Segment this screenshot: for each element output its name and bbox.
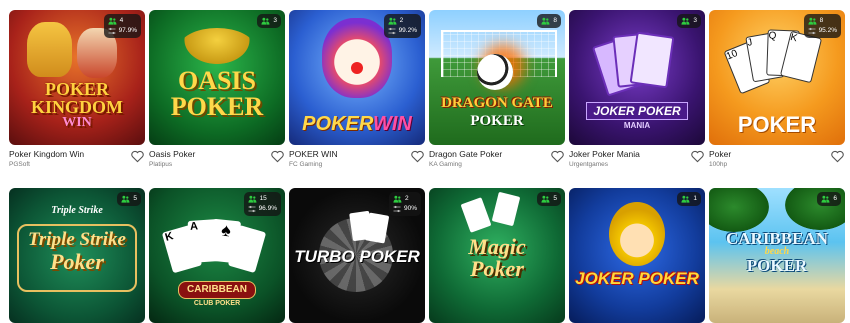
people-icon: [248, 195, 257, 203]
game-provider: Urgentgames: [569, 161, 609, 168]
game-logo: TURBO POKER: [294, 247, 420, 266]
king-character: [27, 22, 72, 77]
game-title[interactable]: Dragon Gate Poker: [429, 149, 547, 160]
game-thumbnail[interactable]: POKERWIN 2 99.2%: [289, 10, 425, 145]
game-card[interactable]: Magic Poker 5: [429, 188, 565, 323]
game-card[interactable]: Triple Strike Triple Strike Poker 5: [9, 188, 145, 323]
games-grid: POKER KINGDOM WIN 4 97.9% Poker Kingdom …: [9, 10, 845, 323]
game-card[interactable]: 10 J Q K POKER 8 95.2% Poker 100hp: [709, 10, 845, 180]
game-stats: 2 99.2%: [383, 14, 421, 38]
joker-character: [609, 202, 665, 266]
game-card[interactable]: OASIS POKER 3 Oasis Poker Platipus: [149, 10, 285, 180]
people-icon: [541, 17, 550, 25]
game-stats: 8: [537, 14, 561, 28]
game-card[interactable]: JOKER POKER MANIA 3 Joker Poker Mania Ur…: [569, 10, 705, 180]
game-stats: 3: [677, 14, 701, 28]
game-thumbnail[interactable]: 10 J Q K POKER 8 95.2%: [709, 10, 845, 145]
game-logo: Magic Poker: [468, 234, 526, 281]
heart-icon[interactable]: [411, 150, 424, 163]
game-logo: OASIS POKER: [170, 66, 264, 121]
sliders-icon: [808, 27, 816, 35]
heart-icon[interactable]: [271, 150, 284, 163]
game-title[interactable]: Joker Poker Mania: [569, 149, 687, 160]
game-logo: POKER: [737, 112, 817, 137]
game-thumbnail[interactable]: Triple Strike Triple Strike Poker 5: [9, 188, 145, 323]
clown-nose: [351, 62, 363, 74]
game-provider: PGSoft: [9, 161, 30, 168]
game-card[interactable]: TURBO POKER 2 90%: [289, 188, 425, 323]
game-stats: 6: [817, 192, 841, 206]
people-icon: [681, 195, 690, 203]
people-icon: [108, 17, 117, 25]
sliders-icon: [248, 205, 256, 213]
game-logo: CARIBBEAN beach POKER: [725, 229, 829, 275]
game-thumbnail[interactable]: TURBO POKER 2 90%: [289, 188, 425, 323]
playing-cards: [591, 31, 677, 97]
sliders-icon: [108, 27, 116, 35]
game-thumbnail[interactable]: DRAGON GATE POKER 8: [429, 10, 565, 145]
logo-frame: [17, 224, 137, 292]
sliders-icon: [388, 27, 396, 35]
sliders-icon: [393, 205, 401, 213]
game-title[interactable]: Poker Kingdom Win: [9, 149, 127, 160]
game-logo: POKERWIN: [302, 113, 412, 135]
playing-cards: 10 J Q K: [723, 28, 823, 100]
game-logo: DRAGON GATE POKER: [441, 95, 553, 129]
game-thumbnail[interactable]: POKER KINGDOM WIN 4 97.9%: [9, 10, 145, 145]
game-stats: 15 96.9%: [243, 192, 281, 216]
people-icon: [388, 17, 397, 25]
game-stats: 5: [537, 192, 561, 206]
heart-icon[interactable]: [131, 150, 144, 163]
people-icon: [808, 17, 817, 25]
game-provider: 100hp: [709, 161, 728, 168]
people-icon: [393, 195, 402, 203]
game-logo: CARIBBEAN CLUB POKER: [149, 280, 285, 307]
game-card[interactable]: POKERWIN 2 99.2% POKER WIN FC Gaming: [289, 10, 425, 180]
game-provider: FC Gaming: [289, 161, 323, 168]
game-title[interactable]: Oasis Poker: [149, 149, 267, 160]
game-stats: 4 97.9%: [103, 14, 141, 38]
heart-icon[interactable]: [831, 150, 844, 163]
game-stats: 1: [677, 192, 701, 206]
game-stats: 3: [257, 14, 281, 28]
game-title[interactable]: POKER WIN: [289, 149, 407, 160]
game-logo: POKER KINGDOM WIN: [31, 79, 123, 130]
game-title[interactable]: Poker: [709, 149, 827, 160]
game-thumbnail[interactable]: K A ♠ CARIBBEAN CLUB POKER 15 96.9%: [149, 188, 285, 323]
game-provider: Platipus: [149, 161, 173, 168]
playing-cards: K A ♠: [161, 216, 267, 278]
game-provider: KA Gaming: [429, 161, 462, 168]
people-icon: [121, 195, 130, 203]
game-thumbnail[interactable]: JOKER POKER MANIA 3: [569, 10, 705, 145]
palm-leaves: [709, 188, 769, 232]
game-card[interactable]: POKER KINGDOM WIN 4 97.9% Poker Kingdom …: [9, 10, 145, 180]
people-icon: [261, 17, 270, 25]
game-thumbnail[interactable]: OASIS POKER 3: [149, 10, 285, 145]
game-stats: 8 95.2%: [803, 14, 841, 38]
game-card[interactable]: K A ♠ CARIBBEAN CLUB POKER 15 96.9%: [149, 188, 285, 323]
heart-icon[interactable]: [691, 150, 704, 163]
game-thumbnail[interactable]: CARIBBEAN beach POKER 6: [709, 188, 845, 323]
game-logo: JOKER POKER: [575, 269, 699, 288]
soccer-ball: [477, 54, 513, 90]
people-icon: [821, 195, 830, 203]
game-thumbnail[interactable]: JOKER POKER 1: [569, 188, 705, 323]
clown-character: [322, 18, 392, 98]
playing-cards: [349, 210, 395, 244]
people-icon: [681, 17, 690, 25]
people-icon: [541, 195, 550, 203]
heart-icon[interactable]: [551, 150, 564, 163]
game-card[interactable]: DRAGON GATE POKER 8 Dragon Gate Poker KA…: [429, 10, 565, 180]
playing-cards: [460, 191, 525, 234]
game-card[interactable]: CARIBBEAN beach POKER 6: [709, 188, 845, 323]
game-stats: 5: [117, 192, 141, 206]
game-logo: JOKER POKER MANIA: [569, 102, 705, 130]
palm-trees: [179, 28, 255, 68]
game-thumbnail[interactable]: Magic Poker 5: [429, 188, 565, 323]
game-card[interactable]: JOKER POKER 1: [569, 188, 705, 323]
game-stats: 2 90%: [388, 192, 421, 216]
